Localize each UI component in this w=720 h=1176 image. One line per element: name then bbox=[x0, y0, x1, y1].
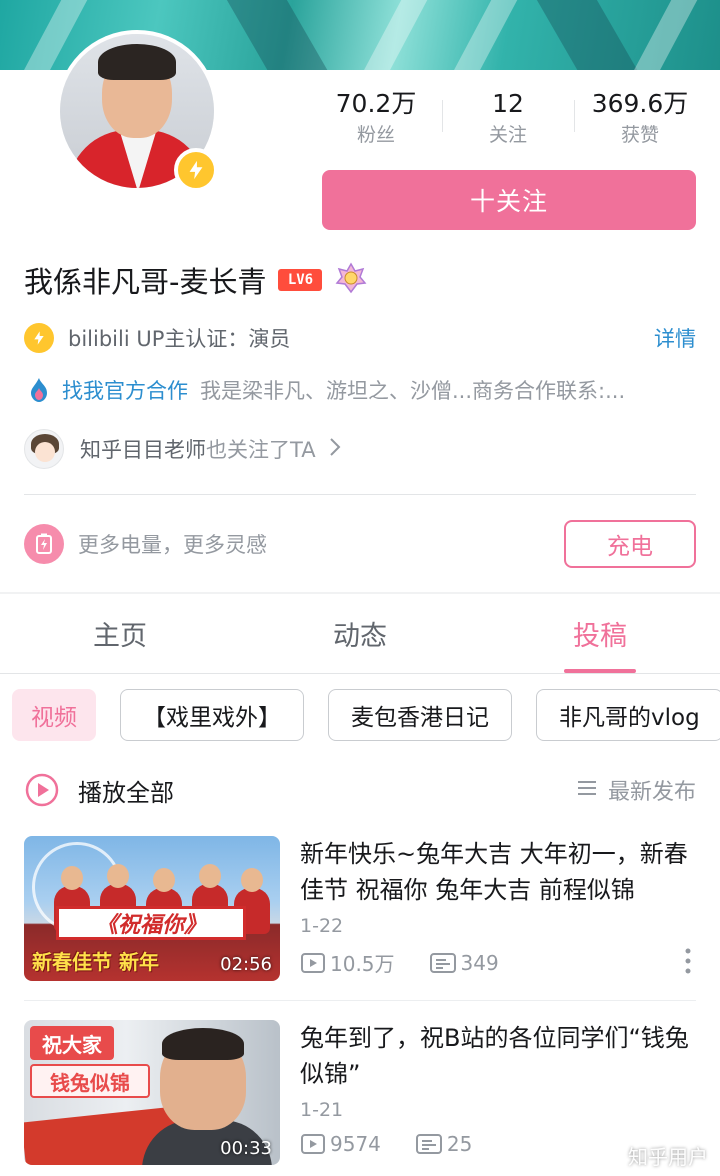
play-all-button[interactable]: 播放全部 bbox=[78, 773, 174, 808]
sort-lines-icon bbox=[576, 778, 598, 803]
profile-stats: 70.2万 粉丝 12 关注 369.6万 获赞 bbox=[310, 88, 706, 152]
view-count: 9574 bbox=[300, 1132, 381, 1156]
medal-icon[interactable] bbox=[334, 261, 368, 299]
danmaku-icon bbox=[415, 1134, 442, 1154]
video-item[interactable]: 祝大家 钱兔似锦 00:33 兔年到了，祝B站的各位同学们“钱兔似锦” 1-21… bbox=[24, 1020, 696, 1170]
follower-avatar bbox=[24, 429, 64, 469]
divider bbox=[24, 494, 696, 495]
sort-label: 最新发布 bbox=[607, 780, 696, 805]
stat-likes[interactable]: 369.6万 获赞 bbox=[574, 88, 706, 152]
verification-row: bilibili UP主认证：演员 详情 bbox=[24, 320, 696, 356]
chip-series[interactable]: 【戏里戏外】 bbox=[120, 689, 304, 741]
level-badge: LV6 bbox=[278, 269, 323, 291]
verified-bolt-icon bbox=[174, 148, 218, 192]
view-count-value: 9574 bbox=[330, 1132, 381, 1156]
charge-button[interactable]: 充电 bbox=[564, 520, 696, 568]
thumbnail-caption: 新春佳节 新年 bbox=[32, 950, 159, 974]
video-date: 1-22 bbox=[300, 915, 344, 937]
charge-slogan: 更多电量，更多灵感 bbox=[78, 533, 267, 557]
stat-label: 粉丝 bbox=[356, 124, 395, 146]
verification-text: bilibili UP主认证：演员 bbox=[68, 327, 291, 351]
video-thumbnail[interactable]: 《祝福你》 新春佳节 新年 02:56 bbox=[24, 836, 280, 981]
video-item[interactable]: 《祝福你》 新春佳节 新年 02:56 新年快乐~兔年大吉 大年初一，新春佳节 … bbox=[24, 836, 696, 986]
danmaku-icon bbox=[429, 952, 456, 973]
stat-following[interactable]: 12 关注 bbox=[442, 88, 574, 152]
watermark: 知乎用户 bbox=[628, 1145, 708, 1169]
video-duration: 02:56 bbox=[220, 954, 272, 975]
tab-submissions[interactable]: 投稿 bbox=[480, 594, 720, 673]
tab-home[interactable]: 主页 bbox=[0, 594, 240, 673]
bio-text: 我是梁非凡、游坦之、沙僧...商务合作联系:... bbox=[200, 379, 626, 403]
category-chips: 视频 【戏里戏外】 麦包香港日记 非凡哥的vlog bbox=[12, 688, 720, 742]
view-count-value: 10.5万 bbox=[330, 952, 395, 976]
stat-fans[interactable]: 70.2万 粉丝 bbox=[310, 88, 442, 152]
user-name: 我係非凡哥-麦长青 bbox=[24, 265, 267, 299]
sort-dropdown[interactable]: 最新发布 bbox=[576, 774, 696, 806]
chip-series[interactable]: 非凡哥的vlog bbox=[536, 689, 720, 741]
list-header: 播放全部 最新发布 bbox=[24, 770, 696, 810]
video-title[interactable]: 兔年到了，祝B站的各位同学们“钱兔似锦” bbox=[300, 1020, 696, 1092]
play-circle-icon[interactable] bbox=[24, 772, 60, 808]
follower-suffix: 也关注了TA bbox=[206, 438, 316, 462]
verified-bolt-icon bbox=[24, 323, 54, 353]
comment-count: 349 bbox=[429, 951, 499, 975]
charge-row: 更多电量，更多灵感 充电 bbox=[24, 520, 696, 568]
thumbnail-caption: 钱兔似锦 bbox=[30, 1064, 150, 1098]
stat-label: 关注 bbox=[488, 124, 527, 146]
video-title[interactable]: 新年快乐~兔年大吉 大年初一，新春佳节 祝福你 兔年大吉 前程似锦 bbox=[300, 836, 696, 908]
comment-count: 25 bbox=[415, 1132, 472, 1156]
thumbnail-title: 《祝福你》 bbox=[56, 906, 246, 940]
play-count-icon bbox=[301, 952, 325, 973]
stat-value: 70.2万 bbox=[335, 89, 417, 118]
flame-icon bbox=[24, 375, 54, 405]
video-duration: 00:33 bbox=[220, 1138, 272, 1159]
details-link[interactable]: 详情 bbox=[654, 323, 696, 353]
chevron-right-icon bbox=[328, 436, 342, 462]
stat-value: 12 bbox=[492, 89, 524, 118]
profile-tabs: 主页 动态 投稿 bbox=[0, 594, 720, 674]
video-thumbnail[interactable]: 祝大家 钱兔似锦 00:33 bbox=[24, 1020, 280, 1165]
play-count-icon bbox=[301, 1134, 325, 1154]
follower-name: 知乎目目老师 bbox=[80, 438, 206, 462]
thumbnail-caption: 祝大家 bbox=[30, 1026, 114, 1060]
tab-dynamics[interactable]: 动态 bbox=[240, 594, 480, 673]
name-row: 我係非凡哥-麦长青 LV6 bbox=[24, 258, 368, 302]
comment-count-value: 25 bbox=[446, 1132, 473, 1156]
divider bbox=[24, 1000, 696, 1001]
official-cooperation-link[interactable]: 找我官方合作 bbox=[62, 375, 188, 405]
more-options-icon[interactable] bbox=[684, 947, 692, 979]
chip-series[interactable]: 麦包香港日记 bbox=[328, 689, 512, 741]
battery-icon bbox=[24, 524, 64, 564]
comment-count-value: 349 bbox=[460, 950, 499, 975]
follow-button[interactable]: 十关注 bbox=[322, 170, 696, 230]
video-date: 1-21 bbox=[300, 1099, 344, 1121]
stat-value: 369.6万 bbox=[591, 89, 689, 118]
stat-label: 获赞 bbox=[620, 124, 659, 146]
view-count: 10.5万 bbox=[300, 948, 395, 977]
mutual-follow-row[interactable]: 知乎目目老师 也关注了TA bbox=[24, 428, 342, 470]
chip-videos[interactable]: 视频 bbox=[12, 689, 96, 741]
cooperation-row[interactable]: 找我官方合作 我是梁非凡、游坦之、沙僧...商务合作联系:... bbox=[24, 372, 696, 408]
